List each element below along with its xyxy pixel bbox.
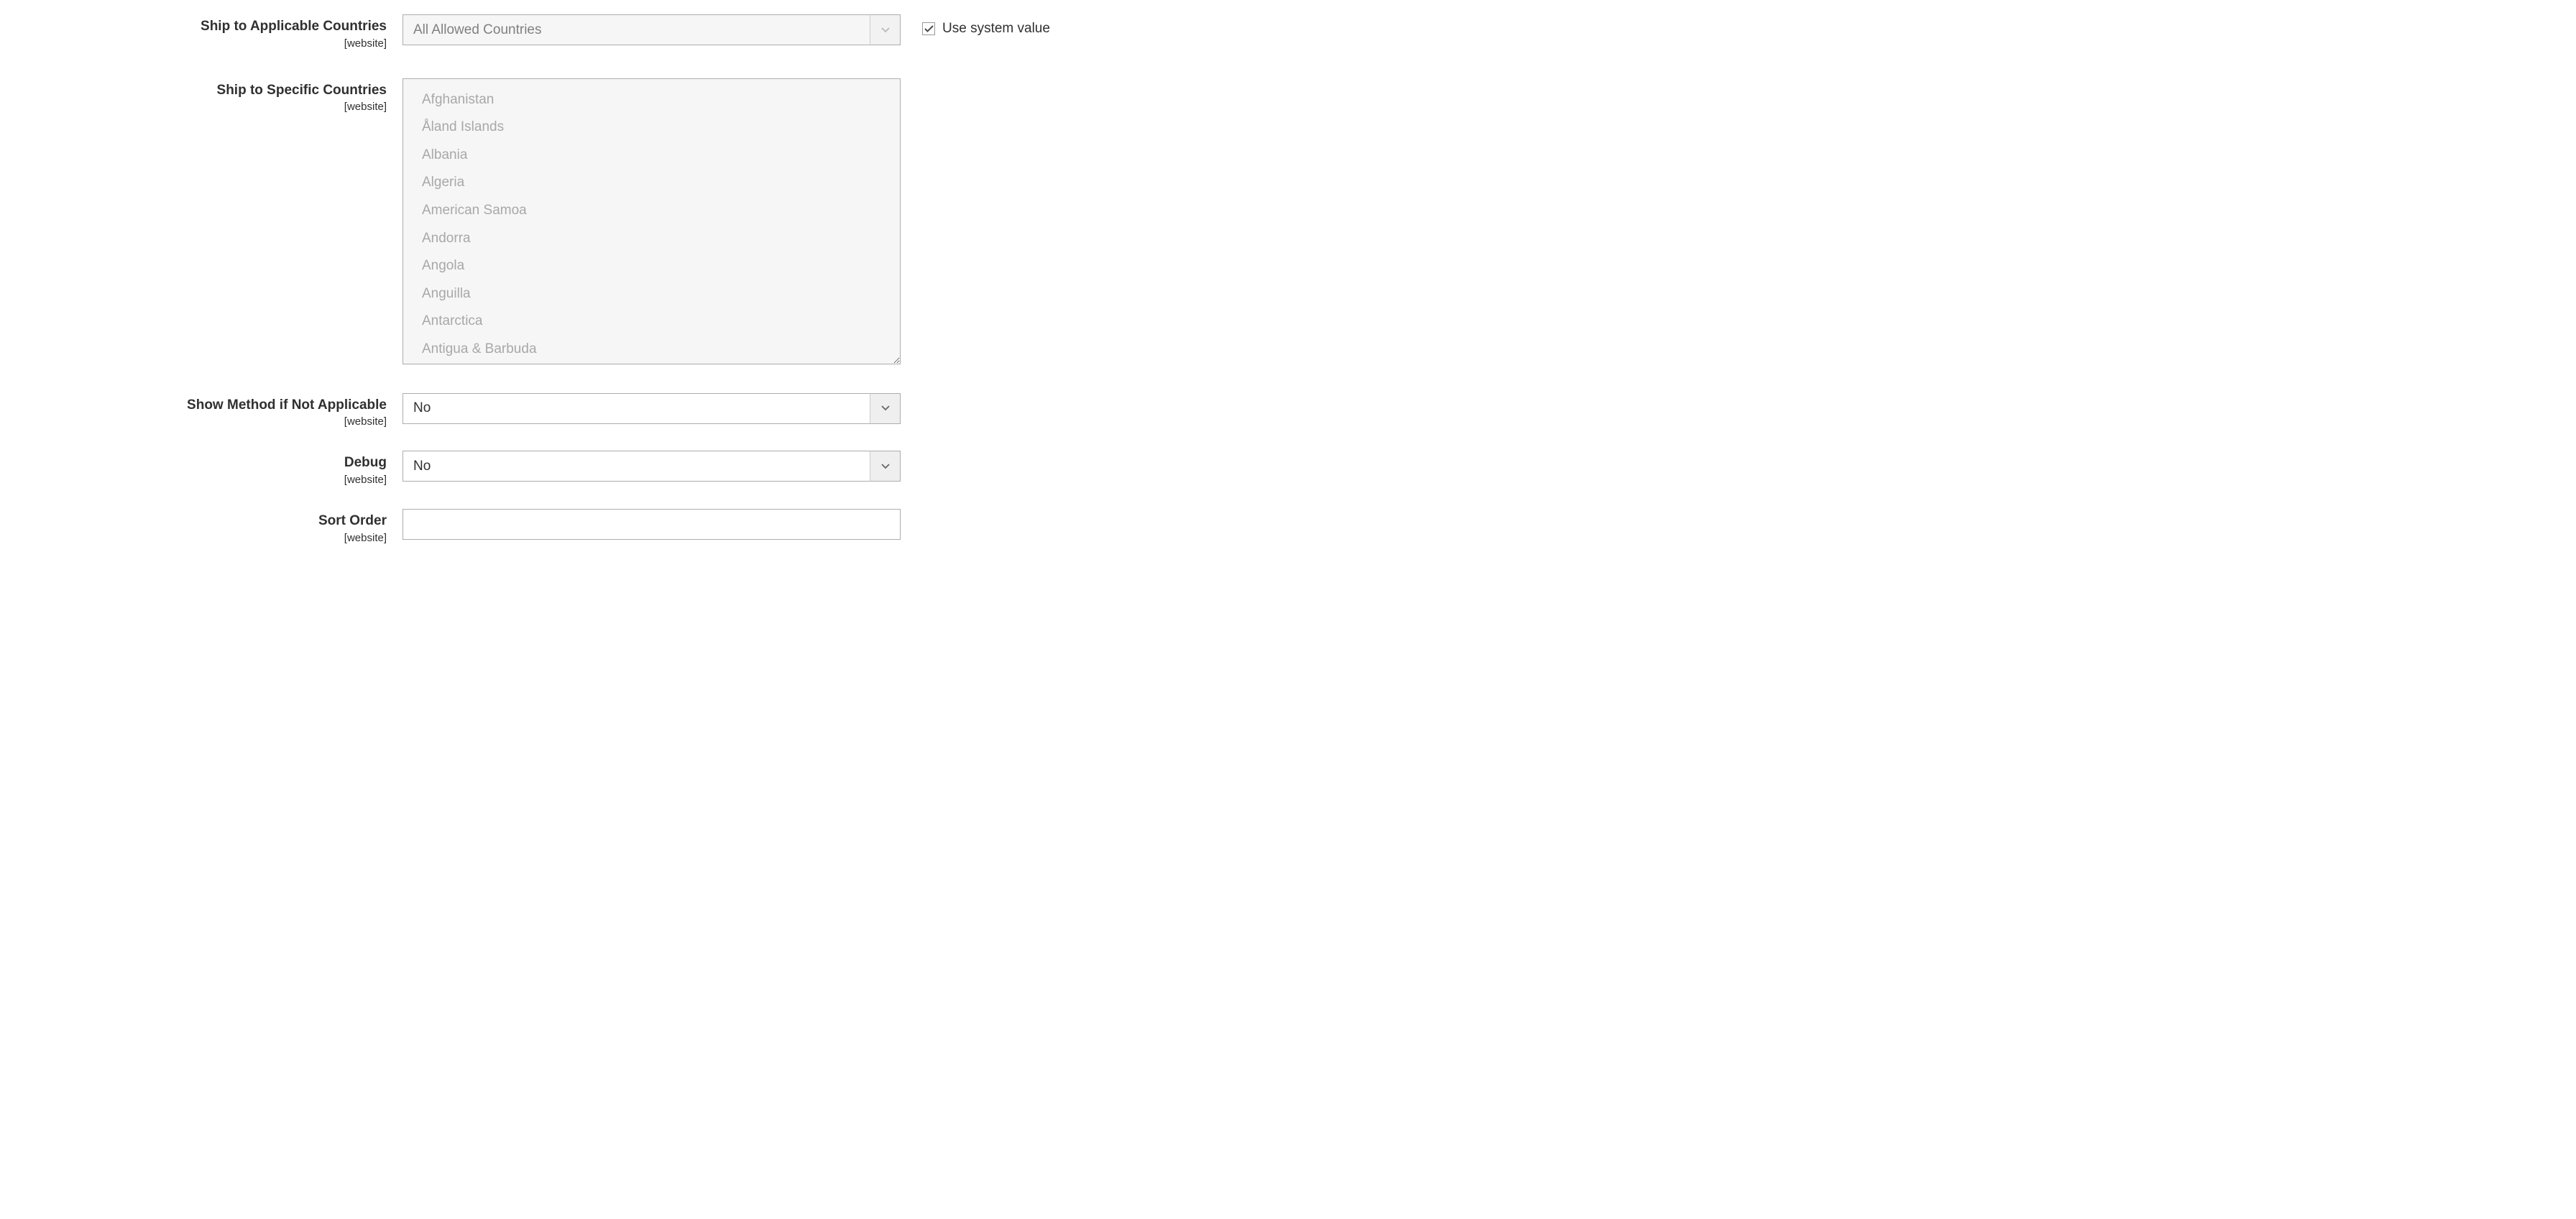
label-col: Ship to Specific Countries [website] (29, 78, 402, 114)
debug-input[interactable] (402, 451, 901, 482)
sort-order-input[interactable] (402, 509, 901, 540)
field-label: Show Method if Not Applicable (29, 396, 387, 415)
ship-specific-multiselect[interactable]: AfghanistanÅland IslandsAlbaniaAlgeriaAm… (402, 78, 901, 364)
checkbox-icon[interactable] (922, 22, 935, 35)
field-label: Debug (29, 454, 387, 472)
multiselect-option[interactable]: Andorra (403, 225, 900, 253)
multiselect-option[interactable]: Albania (403, 142, 900, 170)
checkbox-label[interactable]: Use system value (942, 21, 1050, 37)
multiselect-option[interactable]: Angola (403, 252, 900, 280)
field-label: Sort Order (29, 512, 387, 530)
field-col: AfghanistanÅland IslandsAlbaniaAlgeriaAm… (402, 78, 901, 364)
multiselect-option[interactable]: Åland Islands (403, 114, 900, 142)
field-scope: [website] (29, 474, 387, 486)
multiselect-option[interactable]: Anguilla (403, 280, 900, 308)
multiselect-option[interactable]: Antarctica (403, 308, 900, 336)
label-col: Debug [website] (29, 451, 402, 486)
field-row-ship-specific: Ship to Specific Countries [website] Afg… (29, 78, 2547, 364)
label-col: Sort Order [website] (29, 509, 402, 544)
field-col (402, 393, 901, 424)
extra-col: Use system value (901, 14, 1050, 37)
ship-applicable-input (402, 14, 901, 45)
show-method-select[interactable] (402, 393, 901, 424)
field-scope: [website] (29, 37, 387, 50)
show-method-input[interactable] (402, 393, 901, 424)
field-row-ship-applicable: Ship to Applicable Countries [website] U… (29, 14, 2547, 50)
field-label: Ship to Specific Countries (29, 81, 387, 100)
field-col (402, 14, 901, 45)
ship-applicable-select (402, 14, 901, 45)
field-col (402, 509, 901, 540)
field-row-sort-order: Sort Order [website] (29, 509, 2547, 544)
use-system-value-checkbox[interactable]: Use system value (922, 21, 1050, 37)
debug-select[interactable] (402, 451, 901, 482)
field-row-debug: Debug [website] (29, 451, 2547, 486)
label-col: Show Method if Not Applicable [website] (29, 393, 402, 428)
multiselect-option[interactable]: Algeria (403, 169, 900, 197)
multiselect-option[interactable]: Antigua & Barbuda (403, 336, 900, 364)
field-scope: [website] (29, 101, 387, 113)
label-col: Ship to Applicable Countries [website] (29, 14, 402, 50)
field-col (402, 451, 901, 482)
field-scope: [website] (29, 532, 387, 544)
field-scope: [website] (29, 415, 387, 428)
field-row-show-method: Show Method if Not Applicable [website] (29, 393, 2547, 428)
field-label: Ship to Applicable Countries (29, 17, 387, 36)
multiselect-option[interactable]: American Samoa (403, 197, 900, 225)
multiselect-option[interactable]: Afghanistan (403, 86, 900, 114)
